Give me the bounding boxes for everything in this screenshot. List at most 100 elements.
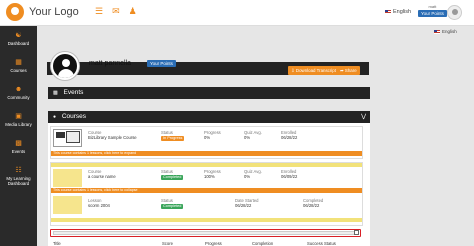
media-library-icon: ▣	[15, 113, 22, 120]
collapse-lessons-bar[interactable]: This course contains 1 lessons, click he…	[51, 188, 362, 193]
status-label: Status	[161, 130, 173, 135]
language-selector[interactable]: English	[385, 9, 411, 15]
status-badge: Completed	[161, 175, 184, 180]
top-header: Your Logo ☰ ✉ ♟ English matt Your Points	[0, 0, 474, 26]
groups-icon[interactable]: ♟	[129, 7, 137, 16]
main-content: English matt pannella Your Points ⇩ Down…	[37, 26, 474, 246]
learning-dashboard-icon: ☷	[15, 167, 22, 174]
share-button[interactable]: ➦ Share	[337, 66, 360, 75]
top-icon-group: ☰ ✉ ♟	[95, 7, 137, 16]
sidebar-item-media-library[interactable]: ▣ Media Library	[0, 113, 37, 127]
user-name-small: matt	[428, 4, 437, 9]
sidebar-item-courses[interactable]: ▦ Courses	[0, 59, 37, 73]
course-thumbnail	[53, 169, 82, 187]
sidebar-item-dashboard[interactable]: ☯ Dashboard	[0, 32, 37, 46]
course-card[interactable]: Course a course name Status Completed Pr…	[50, 162, 363, 226]
date-started-value: 06/28/22	[235, 203, 252, 208]
logo-text: Your Logo	[29, 6, 79, 18]
lesson-thumbnail	[53, 196, 82, 214]
app-window: Your Logo ☰ ✉ ♟ English matt Your Points…	[0, 0, 474, 246]
logo-icon	[6, 3, 24, 21]
events-title: Events	[63, 89, 84, 96]
progress-value: 0%	[204, 135, 211, 140]
course-progress-col: Progress 100%	[204, 169, 221, 179]
quiz-value: 0%	[244, 135, 251, 140]
lesson-footer-stripe	[51, 218, 362, 222]
progress-value: 100%	[204, 174, 215, 179]
course-thumbnail	[53, 129, 82, 147]
language-label: English	[442, 29, 457, 34]
column-header-success-status: Success Status	[307, 241, 336, 246]
points-badge[interactable]: Your Points	[418, 10, 447, 17]
events-section-icon: ▩	[53, 90, 58, 96]
highlighted-activity-row[interactable]	[50, 229, 361, 237]
download-transcript-label: Download Transcript	[295, 68, 336, 73]
column-header-score: Score	[162, 241, 173, 246]
course-card[interactable]: Course BizLibrary Sample Course Status I…	[50, 126, 363, 159]
lesson-completed-col: Completed 06/28/22	[303, 198, 323, 208]
user-menu[interactable]: matt Your Points	[418, 4, 447, 17]
sidebar-item-label: Community	[7, 95, 30, 100]
completed-value: 06/28/22	[303, 203, 320, 208]
courses-title: Courses	[61, 113, 87, 120]
course-name[interactable]: BizLibrary Sample Course	[88, 135, 137, 140]
course-status-col: Status Completed	[161, 169, 184, 180]
courses-section-icon: ●	[53, 114, 57, 120]
lesson-name[interactable]: scorm 2004	[88, 203, 110, 208]
share-icon: ➦	[340, 68, 344, 73]
sidebar-item-label: Media Library	[5, 122, 32, 127]
expand-lessons-bar[interactable]: This course contains 1 lessons, click he…	[51, 151, 362, 156]
sidebar: ☯ Dashboard ▦ Courses ☻ Community ▣ Medi…	[0, 26, 37, 246]
sidebar-item-learning-dashboard[interactable]: ☷ My Learning Dashboard	[0, 167, 37, 186]
download-icon: ⇩	[291, 68, 295, 73]
secondary-language-selector[interactable]: English	[434, 29, 457, 34]
courses-icon: ▦	[15, 59, 22, 66]
enrolled-value: 06/28/22	[281, 135, 298, 140]
sidebar-item-label: Events	[11, 149, 26, 154]
course-name[interactable]: a course name	[88, 174, 116, 179]
lesson-status-col: Status Completed	[161, 198, 184, 209]
course-quiz-col: Quiz Avg. 0%	[244, 169, 262, 179]
course-status-col: Status In Progress	[161, 130, 185, 141]
course-enrolled-col: Enrolled 06/09/22	[281, 169, 297, 179]
profile-points-badge[interactable]: Your Points	[147, 60, 176, 67]
courses-panel: Course BizLibrary Sample Course Status I…	[48, 123, 370, 246]
column-header-progress: Progress	[205, 241, 222, 246]
events-section-header[interactable]: ▩ Events	[48, 87, 370, 99]
course-header-stripe	[51, 163, 362, 167]
course-name-col: Course BizLibrary Sample Course	[88, 130, 137, 140]
notifications-icon[interactable]: ☰	[95, 7, 103, 16]
chevron-down-icon[interactable]: ⋁	[361, 111, 366, 123]
events-icon: ▩	[15, 140, 22, 147]
community-icon: ☻	[14, 86, 23, 93]
enrolled-value: 06/09/22	[281, 174, 298, 179]
download-transcript-button[interactable]: ⇩ Download Transcript	[288, 66, 339, 75]
share-label: Share	[344, 68, 357, 73]
status-label: Status	[161, 198, 173, 203]
profile-photo	[51, 52, 79, 80]
us-flag-icon	[434, 29, 440, 34]
language-label: English	[393, 9, 412, 15]
activity-row-bar	[53, 231, 355, 235]
courses-section-header[interactable]: ● Courses ⋁	[48, 111, 370, 123]
sidebar-item-label: Courses	[10, 68, 27, 73]
mail-icon[interactable]: ✉	[112, 7, 120, 16]
column-header-completion: Completion	[252, 241, 274, 246]
avatar[interactable]	[447, 5, 462, 20]
site-logo[interactable]: Your Logo	[6, 3, 79, 21]
collapse-lessons-text: This course contains 1 lessons, click he…	[53, 188, 138, 192]
course-quiz-col: Quiz Avg. 0%	[244, 130, 262, 140]
status-badge: Completed	[161, 204, 184, 209]
activity-checkbox[interactable]	[354, 230, 359, 235]
status-badge: In Progress	[161, 136, 185, 141]
lesson-name-col: Lesson scorm 2004	[88, 198, 110, 208]
dashboard-icon: ☯	[15, 32, 22, 39]
sidebar-item-community[interactable]: ☻ Community	[0, 86, 37, 100]
expand-lessons-text: This course contains 1 lessons, click he…	[53, 151, 137, 155]
profile-name: matt pannella	[89, 60, 132, 67]
lesson-date-col: Date Started 06/28/22	[235, 198, 259, 208]
sidebar-item-events[interactable]: ▩ Events	[0, 140, 37, 154]
sidebar-item-label: Dashboard	[7, 41, 30, 46]
sidebar-item-label: My Learning Dashboard	[6, 176, 31, 186]
status-label: Status	[161, 169, 173, 174]
